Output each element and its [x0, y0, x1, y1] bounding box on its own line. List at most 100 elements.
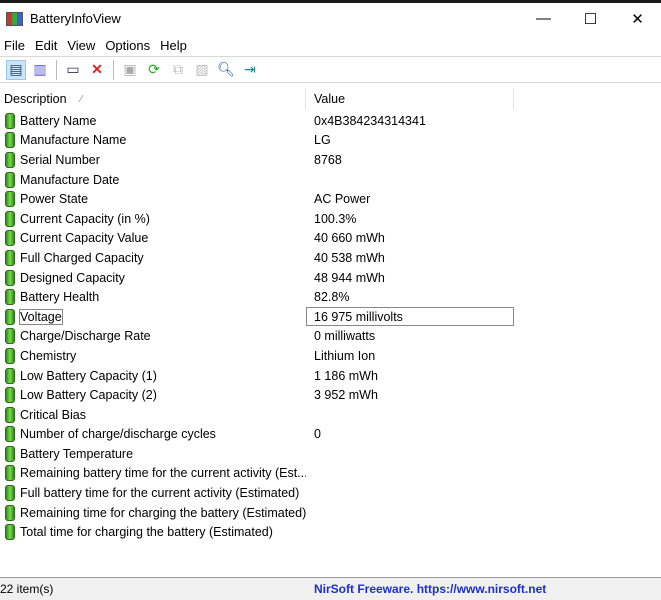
properties-icon[interactable]: ▨ [192, 60, 212, 80]
description-text: Serial Number [20, 153, 100, 167]
value-cell: 82.8% [306, 290, 349, 304]
table-row[interactable]: Manufacture Name LG [0, 131, 661, 151]
toolbar: ▤ ▥ ▭ ✕ ▣ ⟳ ⧉ ▨ 🔍︎ ⇥ [0, 56, 661, 83]
menu-options[interactable]: Options [101, 38, 156, 53]
menu-view[interactable]: View [63, 38, 101, 53]
window-icon[interactable]: ▭ [63, 60, 83, 80]
refresh-icon[interactable]: ⟳ [144, 60, 164, 80]
battery-icon [5, 309, 15, 325]
value-cell: 40 538 mWh [306, 251, 385, 265]
description-cell: Battery Name [0, 113, 306, 129]
menu-file[interactable]: File [0, 38, 31, 53]
toolbar-separator [113, 60, 114, 80]
table-row[interactable]: Full Charged Capacity 40 538 mWh [0, 248, 661, 268]
battery-icon [5, 113, 15, 129]
battery-icon [5, 407, 15, 423]
description-cell: Voltage [0, 309, 306, 325]
nirsoft-link[interactable]: NirSoft Freeware. https://www.nirsoft.ne… [306, 582, 546, 596]
status-bar: 22 item(s) NirSoft Freeware. https://www… [0, 577, 661, 600]
value-cell: 16 975 millivolts [306, 307, 514, 326]
description-text: Charge/Discharge Rate [20, 329, 151, 343]
save-icon[interactable]: ▣ [120, 60, 140, 80]
description-cell: Low Battery Capacity (1) [0, 368, 306, 384]
table-row[interactable]: Full battery time for the current activi… [0, 483, 661, 503]
description-text: Power State [20, 192, 88, 206]
description-text: Voltage [20, 310, 62, 324]
column-value-label: Value [314, 92, 345, 106]
table-row[interactable]: Manufacture Date [0, 170, 661, 190]
description-text: Low Battery Capacity (1) [20, 369, 157, 383]
value-cell: 48 944 mWh [306, 271, 385, 285]
description-cell: Full battery time for the current activi… [0, 485, 306, 501]
table-row[interactable]: Battery Health82.8% [0, 287, 661, 307]
table-row[interactable]: Total time for charging the battery (Est… [0, 522, 661, 542]
value-cell: 0 milliwatts [306, 329, 375, 343]
table-row[interactable]: Low Battery Capacity (1) 1 186 mWh [0, 366, 661, 386]
table-row[interactable]: Battery Name 0x4B384234314341 [0, 111, 661, 131]
table-row[interactable]: Battery Temperature [0, 444, 661, 464]
value-cell: 0 [306, 427, 321, 441]
copy-icon[interactable]: ⧉ [168, 60, 188, 80]
table-row[interactable]: Voltage 16 975 millivolts [0, 307, 661, 327]
table-row[interactable]: Critical Bias [0, 405, 661, 425]
description-text: Battery Name [20, 114, 96, 128]
table-row[interactable]: Low Battery Capacity (2)3 952 mWh [0, 385, 661, 405]
menu-help[interactable]: Help [156, 38, 193, 53]
delete-icon[interactable]: ✕ [87, 60, 107, 80]
table-row[interactable]: Current Capacity (in %) 100.3% [0, 209, 661, 229]
column-value[interactable]: Value [306, 88, 514, 110]
table-row[interactable]: Power StateAC Power [0, 189, 661, 209]
value-cell: Lithium Ion [306, 349, 375, 363]
table-row[interactable]: ChemistryLithium Ion [0, 346, 661, 366]
table-row[interactable]: Number of charge/discharge cycles0 [0, 425, 661, 445]
description-cell: Designed Capacity [0, 270, 306, 286]
value-cell: 1 186 mWh [306, 369, 378, 383]
table-row[interactable]: Serial Number8768 [0, 150, 661, 170]
value-cell: 0x4B384234314341 [306, 114, 426, 128]
column-description[interactable]: Description ⁄ [0, 88, 306, 110]
minimize-button[interactable]: — [520, 3, 567, 34]
column-description-label: Description [4, 92, 67, 106]
list-view-icon[interactable]: ▤ [6, 60, 26, 80]
description-cell: Serial Number [0, 152, 306, 168]
battery-icon [5, 328, 15, 344]
description-text: Current Capacity (in %) [20, 212, 150, 226]
description-text: Designed Capacity [20, 271, 125, 285]
battery-icon [5, 348, 15, 364]
window-title: BatteryInfoView [30, 11, 121, 26]
description-cell: Current Capacity Value [0, 230, 306, 246]
description-cell: Remaining battery time for the current a… [0, 465, 306, 481]
description-text: Manufacture Date [20, 173, 119, 187]
value-cell: 100.3% [306, 212, 356, 226]
maximize-button[interactable]: ☐ [567, 3, 614, 34]
battery-icon [5, 270, 15, 286]
value-cell: LG [306, 133, 331, 147]
description-text: Total time for charging the battery (Est… [20, 525, 273, 539]
battery-icon [5, 387, 15, 403]
table-row[interactable]: Current Capacity Value40 660 mWh [0, 229, 661, 249]
table-row[interactable]: Remaining battery time for the current a… [0, 464, 661, 484]
description-cell: Total time for charging the battery (Est… [0, 524, 306, 540]
battery-icon [5, 230, 15, 246]
battery-icon [5, 172, 15, 188]
description-cell: Charge/Discharge Rate [0, 328, 306, 344]
description-text: Manufacture Name [20, 133, 126, 147]
description-text: Full Charged Capacity [20, 251, 144, 265]
menu-bar: File Edit View Options Help [0, 35, 661, 55]
table-row[interactable]: Charge/Discharge Rate 0 milliwatts [0, 327, 661, 347]
description-cell: Current Capacity (in %) [0, 211, 306, 227]
description-cell: Battery Temperature [0, 446, 306, 462]
description-text: Full battery time for the current activi… [20, 486, 299, 500]
exit-icon[interactable]: ⇥ [240, 60, 260, 80]
find-icon[interactable]: 🔍︎ [216, 60, 236, 80]
list-header: Description ⁄ Value [0, 88, 661, 110]
menu-edit[interactable]: Edit [31, 38, 63, 53]
close-button[interactable]: ✕ [614, 3, 661, 34]
table-row[interactable]: Designed Capacity 48 944 mWh [0, 268, 661, 288]
battery-icon [5, 465, 15, 481]
battery-icon [5, 368, 15, 384]
table-row[interactable]: Remaining time for charging the battery … [0, 503, 661, 523]
properties-list-icon[interactable]: ▥ [30, 60, 50, 80]
item-count: 22 item(s) [0, 582, 306, 596]
description-cell: Manufacture Name [0, 132, 306, 148]
